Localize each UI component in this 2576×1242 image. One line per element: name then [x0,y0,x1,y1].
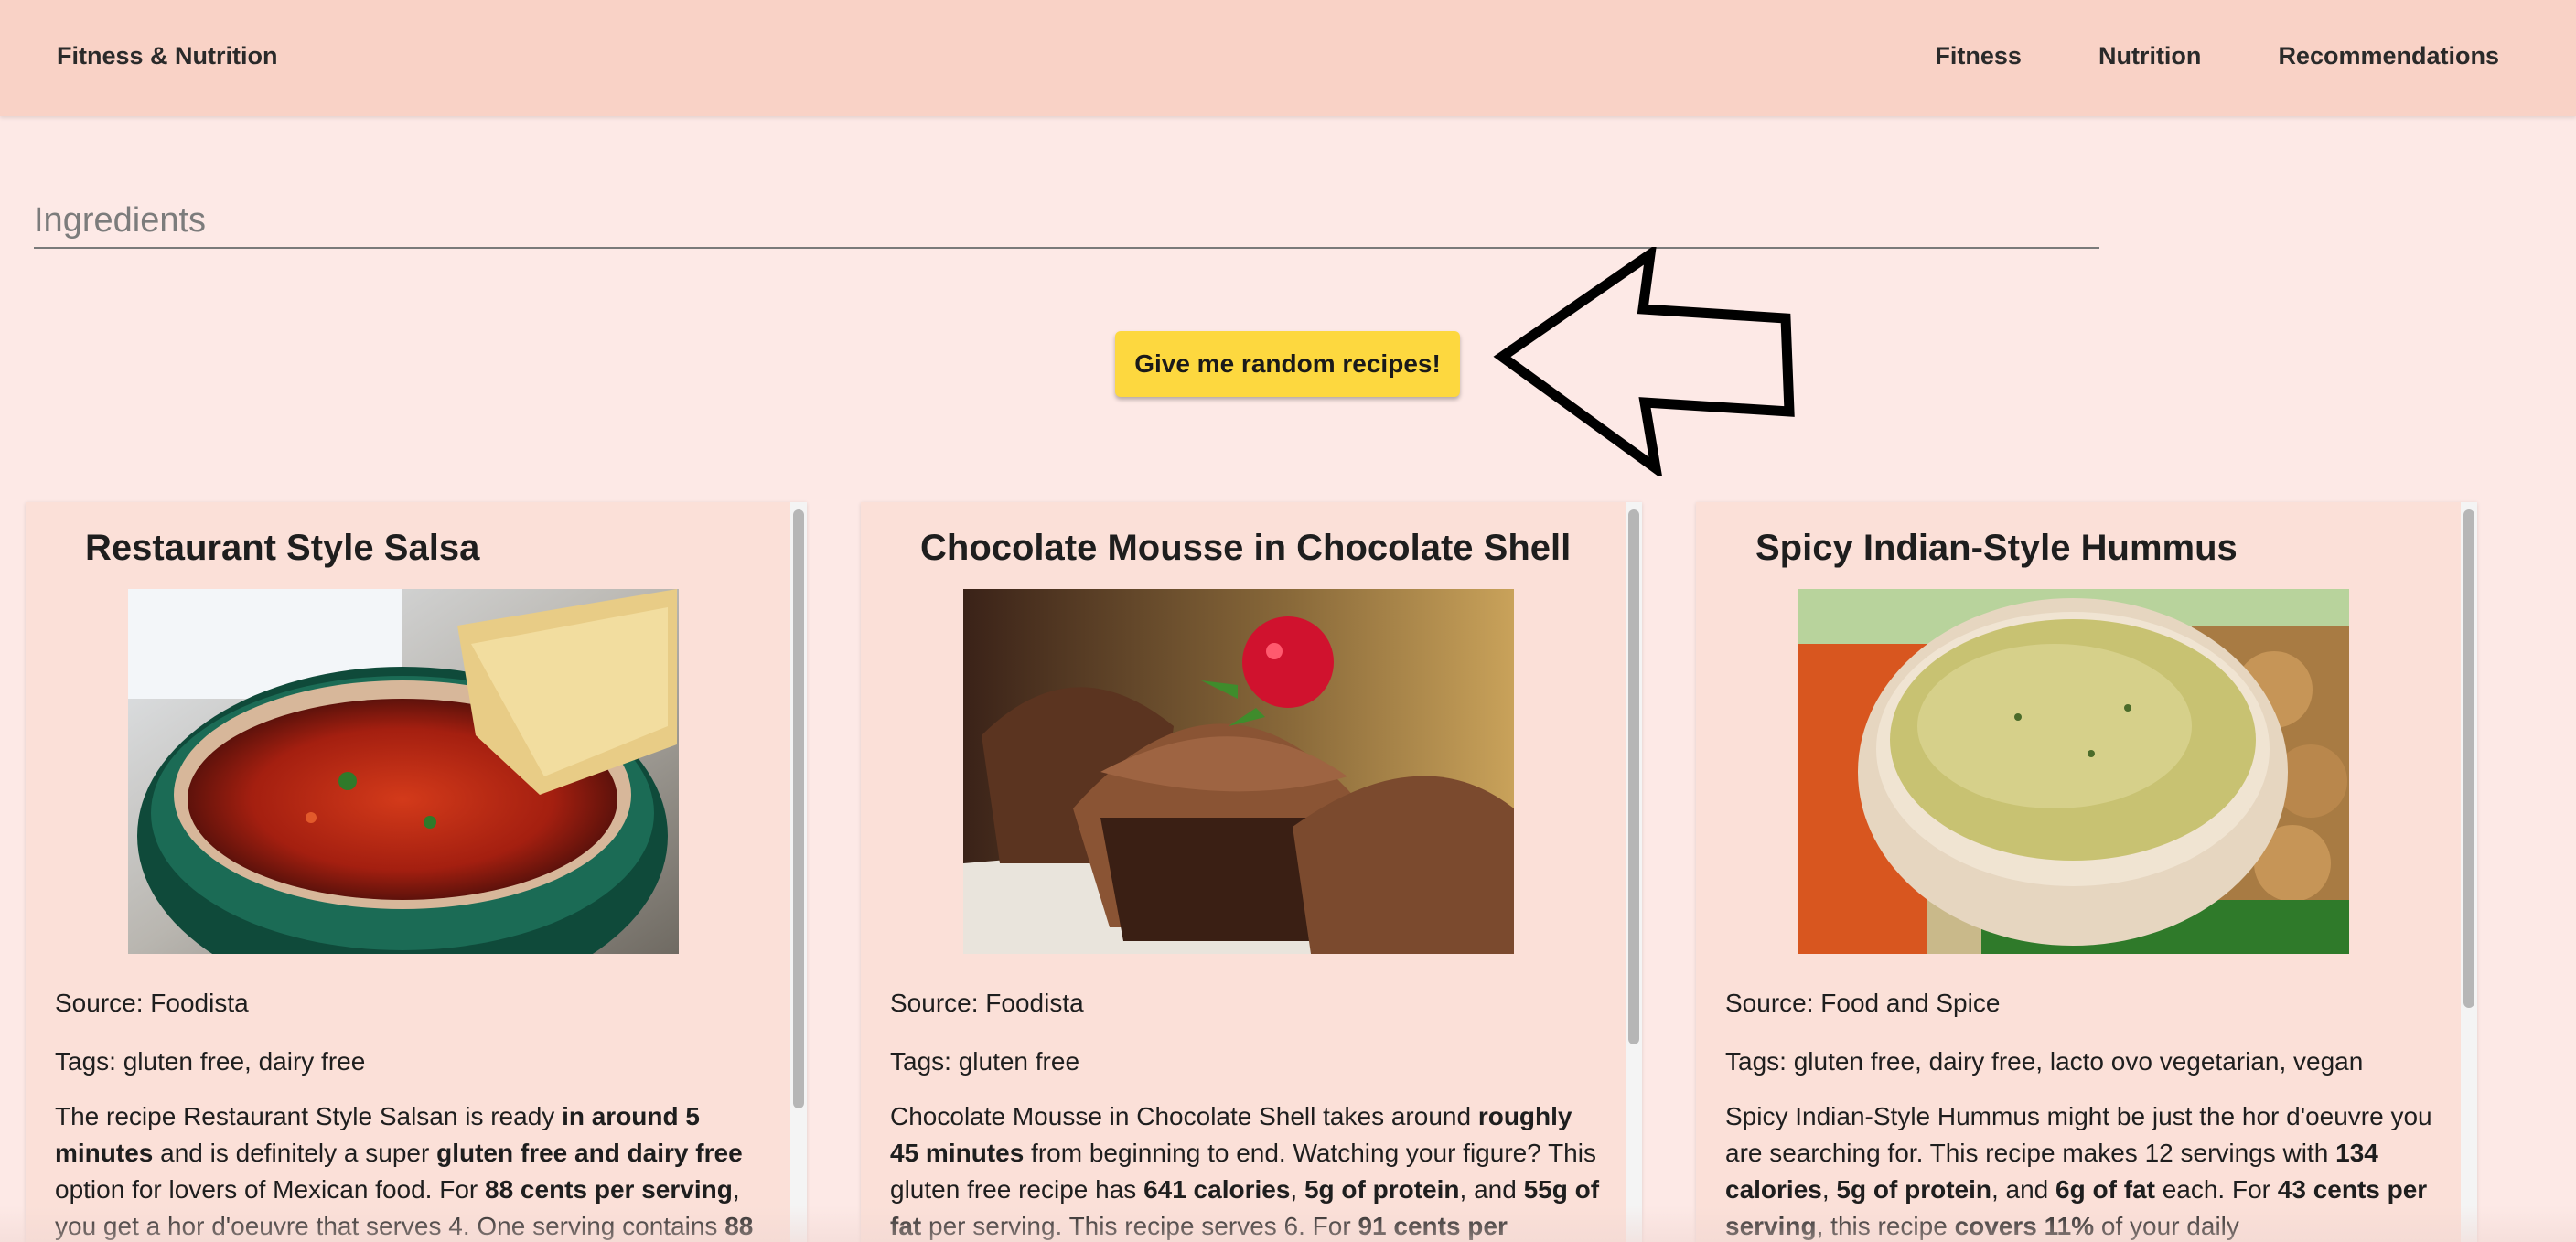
recipe-title: Chocolate Mousse in Chocolate Shell [920,528,1572,568]
scrollbar-thumb[interactable] [793,509,804,1108]
recipe-tags: Tags: gluten free [890,1047,1080,1076]
recipe-source: Source: Food and Spice [1725,989,2001,1017]
recipe-card: Spicy Indian-Style Hummus Source: Food a… [1696,502,2477,1242]
chocolate-mousse-photo-icon [963,589,1514,954]
description-highlight: covers 11% [1954,1212,2095,1240]
description-text: Chocolate Mousse in Chocolate Shell take… [890,1102,1478,1130]
description-text: of your daily [2094,1212,2239,1240]
description-highlight: 641 calories [1143,1175,1291,1204]
description-highlight: 5g of protein [1836,1175,1991,1204]
recipe-source: Source: Foodista [890,989,1084,1017]
main-nav: Fitness Nutrition Recommendations [1935,42,2499,70]
top-app-bar: Fitness & Nutrition Fitness Nutrition Re… [0,0,2576,116]
salsa-bowl-photo-icon [128,589,679,954]
recipe-title: Spicy Indian-Style Hummus [1755,528,2238,568]
recipe-tags: Tags: gluten free, dairy free [55,1047,366,1076]
nav-fitness[interactable]: Fitness [1935,42,2022,70]
recipe-image-hummus [1798,589,2349,954]
recipe-image-mousse [963,589,1514,954]
ingredients-input[interactable] [34,185,2099,249]
recipe-card: Chocolate Mousse in Chocolate Shell Sour… [861,502,1642,1242]
description-text: , and [1991,1175,2056,1204]
description-text: per serving. This recipe serves 6. For [921,1212,1358,1240]
description-text: The recipe Restaurant Style Salsan is re… [55,1102,563,1130]
description-text: option for lovers of Mexican food. For [55,1175,485,1204]
recipe-source: Source: Foodista [55,989,249,1017]
description-text: , this recipe [1816,1212,1955,1240]
hummus-bowl-photo-icon [1798,589,2349,954]
card-scrollbar[interactable] [1626,502,1642,1242]
recipe-image-salsa [128,589,679,954]
recipe-card: Restaurant Style Salsa Source: Foodista … [26,502,807,1242]
description-highlight: 91 cents per [1358,1212,1508,1240]
card-scrollbar[interactable] [2461,502,2477,1242]
scrollbar-thumb[interactable] [2463,509,2474,1008]
recipe-title: Restaurant Style Salsa [85,528,480,568]
recipe-description: Chocolate Mousse in Chocolate Shell take… [890,1098,1602,1242]
description-text: each. For [2154,1175,2278,1204]
recipe-tags: Tags: gluten free, dairy free, lacto ovo… [1725,1047,2364,1076]
description-text: and is definitely a super [153,1139,437,1167]
description-highlight: 6g of fat [2055,1175,2155,1204]
description-text: , [1290,1175,1304,1204]
description-text: Spicy Indian-Style Hummus might be just … [1725,1102,2432,1167]
description-text: , [1821,1175,1837,1204]
recipe-description: The recipe Restaurant Style Salsan is re… [55,1098,767,1242]
brand-title[interactable]: Fitness & Nutrition [57,42,278,70]
description-text: , and [1459,1175,1524,1204]
description-highlight: 88 [724,1212,754,1240]
arrow-annotation-icon [1493,247,1795,476]
description-highlight: 88 cents per serving [485,1175,733,1204]
nav-nutrition[interactable]: Nutrition [2098,42,2201,70]
random-recipes-button[interactable]: Give me random recipes! [1115,331,1460,397]
recipe-description: Spicy Indian-Style Hummus might be just … [1725,1098,2437,1242]
description-highlight: gluten free and dairy free [436,1139,743,1167]
description-highlight: 5g of protein [1304,1175,1460,1204]
card-scrollbar[interactable] [790,502,807,1242]
scrollbar-thumb[interactable] [1628,509,1639,1044]
nav-recommendations[interactable]: Recommendations [2278,42,2499,70]
